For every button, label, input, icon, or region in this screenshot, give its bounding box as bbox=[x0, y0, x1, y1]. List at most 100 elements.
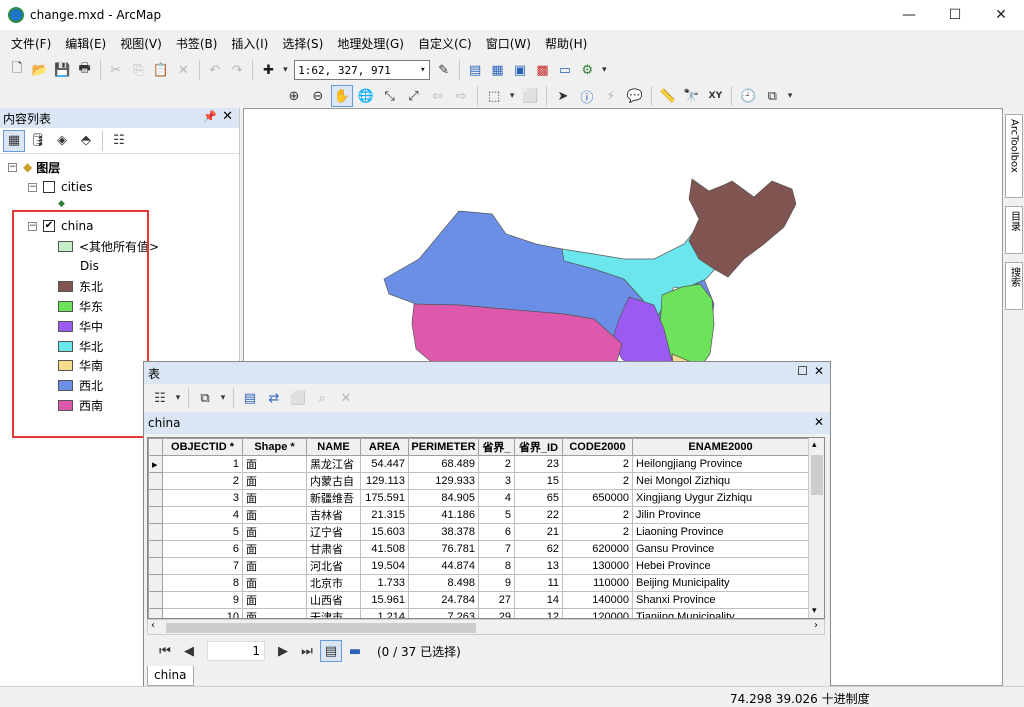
column-header[interactable]: NAME bbox=[306, 438, 361, 456]
select-by-attributes-icon[interactable]: ▤ bbox=[239, 387, 261, 409]
table-cell[interactable]: 38.378 bbox=[408, 523, 479, 541]
chevron-down-icon[interactable]: ▾ bbox=[812, 606, 817, 616]
table-cell[interactable]: 面 bbox=[242, 489, 307, 507]
table-cell[interactable]: 内蒙古自 bbox=[306, 472, 361, 490]
table-cell[interactable]: 8 bbox=[162, 574, 243, 592]
table-cell[interactable]: 甘肃省 bbox=[306, 540, 361, 558]
table-cell[interactable]: Nei Mongol Zizhiqu bbox=[632, 472, 809, 490]
table-cell[interactable]: Tianjing Municipality bbox=[632, 608, 809, 618]
table-cell[interactable]: 129.113 bbox=[360, 472, 409, 490]
table-cell[interactable]: 面 bbox=[242, 506, 307, 524]
list-by-drawing-order-icon[interactable]: ▦ bbox=[3, 129, 25, 152]
clear-selection-icon[interactable]: ⬜ bbox=[519, 85, 541, 107]
horizontal-scrollbar[interactable]: ‹ › bbox=[147, 619, 825, 635]
table-cell[interactable]: 29 bbox=[478, 608, 515, 618]
table-cell[interactable]: Heilongjiang Province bbox=[632, 455, 809, 473]
table-cell[interactable]: 河北省 bbox=[306, 557, 361, 575]
table-cell[interactable]: 天津市 bbox=[306, 608, 361, 618]
table-row[interactable]: 10 面天津市 1.214 7.263 29 12 120000 Tianjing Munic… bbox=[148, 608, 809, 618]
table-row[interactable]: 3 面新疆维吾 175.591 84.905 4 65 650000 Xingjiang Uy… bbox=[148, 489, 809, 507]
fixed-zoom-in-icon[interactable]: ⤡ bbox=[379, 85, 401, 107]
table-cell[interactable]: 15.603 bbox=[360, 523, 409, 541]
collapse-icon[interactable]: − bbox=[8, 162, 17, 172]
related-tables-icon[interactable]: ⧉ bbox=[194, 387, 216, 409]
select-elements-icon[interactable]: ➤ bbox=[552, 85, 574, 107]
row-selector[interactable] bbox=[148, 472, 163, 490]
maximize-button[interactable]: ☐ bbox=[932, 0, 978, 30]
column-header[interactable]: PERIMETER bbox=[408, 438, 479, 456]
list-by-source-icon[interactable]: 🛢 bbox=[27, 130, 49, 152]
table-cell[interactable]: Liaoning Province bbox=[632, 523, 809, 541]
legend-item[interactable]: 西南 bbox=[58, 396, 103, 414]
table-cell[interactable]: 41.508 bbox=[360, 540, 409, 558]
create-viewer-window-icon[interactable]: ⧉ bbox=[761, 85, 783, 107]
table-cell[interactable]: 22 bbox=[514, 506, 563, 524]
column-header[interactable]: OBJECTID * bbox=[162, 438, 243, 456]
select-features-icon[interactable]: ⬚ bbox=[483, 85, 505, 107]
table-cell[interactable]: 54.447 bbox=[360, 455, 409, 473]
table-cell[interactable]: 130000 bbox=[562, 557, 633, 575]
first-record-icon[interactable]: ⏮ bbox=[154, 640, 176, 662]
table-cell[interactable]: 24.784 bbox=[408, 591, 479, 609]
row-selector[interactable] bbox=[148, 557, 163, 575]
table-cell[interactable]: 110000 bbox=[562, 574, 633, 592]
clear-selection-icon[interactable]: ⬜ bbox=[287, 387, 309, 409]
table-cell[interactable]: 3 bbox=[478, 472, 515, 490]
table-cell[interactable]: 175.591 bbox=[360, 489, 409, 507]
editor-toolbar-icon[interactable]: ✎ bbox=[434, 59, 454, 81]
table-cell[interactable]: 21.315 bbox=[360, 506, 409, 524]
column-header[interactable]: 省界_ bbox=[478, 438, 515, 456]
show-all-records-icon[interactable]: ▤ bbox=[320, 640, 342, 662]
table-cell[interactable]: 21 bbox=[514, 523, 563, 541]
legend-item[interactable]: 华南 bbox=[58, 356, 103, 374]
legend-item[interactable]: 华东 bbox=[58, 297, 103, 315]
forward-extent-icon[interactable]: ⇨ bbox=[450, 85, 472, 107]
close-icon[interactable]: ✕ bbox=[814, 415, 824, 429]
cut-icon[interactable]: ✂ bbox=[106, 59, 126, 81]
legend-item[interactable]: 西北 bbox=[58, 376, 103, 394]
pin-icon[interactable]: 📌 bbox=[203, 110, 217, 123]
select-dropdown-icon[interactable]: ▾ bbox=[507, 85, 517, 107]
table-cell[interactable]: 84.905 bbox=[408, 489, 479, 507]
column-header[interactable]: ENAME2000 bbox=[632, 438, 809, 456]
zoom-to-selected-icon[interactable]: ⌕ bbox=[311, 387, 333, 409]
zoom-out-icon[interactable]: ⊖ bbox=[307, 85, 329, 107]
layer-visibility-checkbox[interactable] bbox=[43, 181, 55, 193]
table-cell[interactable]: 2 bbox=[162, 472, 243, 490]
table-cell[interactable]: 1 bbox=[162, 455, 243, 473]
arctoolbox-icon[interactable]: ▩ bbox=[532, 59, 552, 81]
column-header[interactable]: CODE2000 bbox=[562, 438, 633, 456]
list-by-visibility-icon[interactable]: ◈ bbox=[51, 130, 73, 152]
table-cell[interactable]: 面 bbox=[242, 455, 307, 473]
identify-icon[interactable]: ⓘ bbox=[576, 85, 598, 107]
table-bottom-tab[interactable]: china bbox=[147, 666, 194, 686]
next-record-icon[interactable]: ▶ bbox=[272, 640, 294, 662]
table-cell[interactable]: 面 bbox=[242, 574, 307, 592]
menu-insert[interactable]: 插入(I) bbox=[224, 35, 275, 52]
copy-icon[interactable]: ⎘ bbox=[128, 59, 148, 81]
row-selector[interactable] bbox=[148, 523, 163, 541]
column-header[interactable]: 省界_ID bbox=[514, 438, 563, 456]
row-selector[interactable] bbox=[148, 506, 163, 524]
delete-selected-icon[interactable]: ✕ bbox=[335, 387, 357, 409]
chevron-up-icon[interactable]: ▴ bbox=[812, 440, 817, 450]
table-cell[interactable]: 6 bbox=[478, 523, 515, 541]
table-cell[interactable]: 辽宁省 bbox=[306, 523, 361, 541]
find-icon[interactable]: 🔭 bbox=[681, 85, 703, 107]
catalog-window-icon[interactable]: ▦ bbox=[487, 59, 507, 81]
table-cell[interactable]: Hebei Province bbox=[632, 557, 809, 575]
layer-visibility-checkbox[interactable]: ✔ bbox=[43, 220, 55, 232]
search-window-icon[interactable]: ▣ bbox=[510, 59, 530, 81]
column-header[interactable]: AREA bbox=[360, 438, 409, 456]
table-cell[interactable]: 2 bbox=[478, 455, 515, 473]
table-cell[interactable]: 4 bbox=[478, 489, 515, 507]
previous-record-icon[interactable]: ◀ bbox=[178, 640, 200, 662]
add-data-icon[interactable]: ✚ bbox=[258, 59, 278, 81]
pan-icon[interactable]: ✋ bbox=[330, 85, 353, 107]
table-cell[interactable]: 8 bbox=[478, 557, 515, 575]
menu-geoprocessing[interactable]: 地理处理(G) bbox=[330, 35, 411, 52]
menu-selection[interactable]: 选择(S) bbox=[275, 35, 330, 52]
search-tab[interactable]: 搜索 bbox=[1005, 262, 1023, 310]
table-cell[interactable]: 新疆维吾 bbox=[306, 489, 361, 507]
table-cell[interactable]: 4 bbox=[162, 506, 243, 524]
